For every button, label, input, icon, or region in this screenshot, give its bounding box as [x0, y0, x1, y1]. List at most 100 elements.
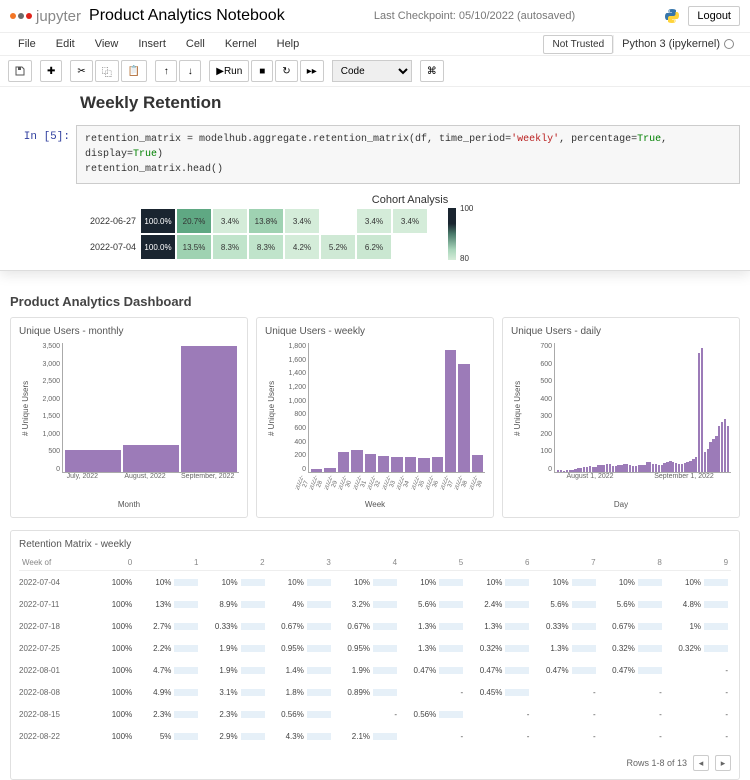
code-cell[interactable]: In [5]: retention_matrix = modelhub.aggr…	[10, 125, 740, 184]
retention-cell: 0.67%	[599, 622, 665, 631]
retention-matrix: Retention Matrix - weekly Week of0123456…	[10, 530, 740, 780]
retention-bar	[174, 689, 198, 696]
retention-cell: -	[532, 710, 598, 719]
table-row: 2022-07-18100%2.7%0.33%0.67%0.67%1.3%1.3…	[19, 615, 731, 637]
retention-cell: 1.8%	[268, 688, 334, 697]
next-page-button[interactable]: ▸	[715, 755, 731, 771]
kernel-indicator[interactable]: Python 3 (ipykernel)	[613, 35, 742, 53]
add-cell-button[interactable]: ✚	[40, 60, 62, 82]
charts-row: Unique Users - monthly # Unique Users 3,…	[10, 317, 740, 518]
retention-footer: Rows 1-8 of 13 ◂ ▸	[19, 747, 731, 771]
table-row: 2022-08-01100%4.7%1.9%1.4%1.9%0.47%0.47%…	[19, 659, 731, 681]
x-axis-label: Week	[265, 498, 485, 509]
retention-bar	[704, 623, 728, 630]
retention-bar	[174, 711, 198, 718]
cohort-cell: 3.4%	[392, 208, 428, 234]
retention-bar	[307, 623, 331, 630]
fast-forward-button[interactable]: ▸▸	[300, 60, 324, 82]
cohort-row: 2022-06-27100.0%20.7%3.4%13.8%3.4%3.4%3.…	[80, 208, 428, 234]
paste-button[interactable]: 📋	[121, 60, 147, 82]
retention-cell: 1.3%	[532, 644, 598, 653]
retention-bar	[638, 667, 662, 674]
celltype-select[interactable]: Code	[332, 60, 412, 82]
retention-bar	[572, 601, 596, 608]
move-up-button[interactable]: ↑	[155, 60, 177, 82]
retention-cell: 1.3%	[400, 644, 466, 653]
bar	[391, 457, 402, 472]
retention-cell: -	[665, 732, 731, 741]
table-row: 2022-07-11100%13%8.9%4%3.2%5.6%2.4%5.6%5…	[19, 593, 731, 615]
cut-button[interactable]: ✂	[70, 60, 92, 82]
trust-button[interactable]: Not Trusted	[543, 35, 613, 54]
bar	[181, 346, 237, 472]
jupyter-logo[interactable]: jupyter	[10, 8, 81, 25]
retention-cell: 1.4%	[268, 666, 334, 675]
dashboard-title: Product Analytics Dashboard	[10, 286, 740, 317]
cell-prompt: In [5]:	[10, 125, 70, 184]
markdown-heading[interactable]: Weekly Retention	[10, 87, 740, 119]
menu-edit[interactable]: Edit	[46, 33, 85, 55]
stop-button[interactable]: ■	[251, 60, 273, 82]
prev-page-button[interactable]: ◂	[693, 755, 709, 771]
retention-cell: 3.2%	[334, 600, 400, 609]
command-palette-button[interactable]: ⌘	[420, 60, 444, 82]
cohort-cell: 8.3%	[248, 234, 284, 260]
menu-insert[interactable]: Insert	[128, 33, 176, 55]
menu-help[interactable]: Help	[267, 33, 310, 55]
code-input[interactable]: retention_matrix = modelhub.aggregate.re…	[76, 125, 740, 184]
retention-cell: 0.47%	[599, 666, 665, 675]
cell-output: Cohort Analysis 2022-06-27100.0%20.7%3.4…	[10, 192, 740, 260]
retention-bar	[241, 733, 265, 740]
retention-bar	[439, 623, 463, 630]
retention-cell: 0.47%	[532, 666, 598, 675]
table-row: 2022-07-04100%10%10%10%10%10%10%10%10%10…	[19, 571, 731, 593]
retention-cell: -	[599, 710, 665, 719]
x-axis-label: Month	[19, 498, 239, 509]
retention-bar	[439, 711, 463, 718]
dashboard: Product Analytics Dashboard Unique Users…	[0, 286, 750, 780]
menu-cell[interactable]: Cell	[176, 33, 215, 55]
retention-bar	[174, 579, 198, 586]
save-button[interactable]	[8, 60, 32, 82]
jupyter-menu-bar: File Edit View Insert Cell Kernel Help N…	[0, 32, 750, 56]
retention-cell: -	[400, 732, 466, 741]
retention-cell: 5%	[135, 732, 201, 741]
menu-kernel[interactable]: Kernel	[215, 33, 267, 55]
notebook-title[interactable]: Product Analytics Notebook	[89, 7, 285, 25]
retention-cell: 0.67%	[334, 622, 400, 631]
x-axis-label: Day	[511, 498, 731, 509]
cohort-cell: 6.2%	[356, 234, 392, 260]
retention-bar	[704, 645, 728, 652]
y-axis-label: # Unique Users	[511, 343, 524, 473]
plot-area	[554, 343, 731, 473]
copy-button[interactable]: ⿻	[95, 60, 119, 82]
run-button[interactable]: ▶ Run	[209, 60, 249, 82]
retention-cell: 0.45%	[466, 688, 532, 697]
move-down-button[interactable]: ↓	[179, 60, 201, 82]
retention-cell: 2.7%	[135, 622, 201, 631]
retention-bar	[505, 689, 529, 696]
retention-bar	[572, 645, 596, 652]
x-axis: July, 2022August, 2022September, 2022	[19, 473, 239, 498]
menu-view[interactable]: View	[85, 33, 129, 55]
bar	[365, 454, 376, 472]
retention-bar	[638, 601, 662, 608]
retention-table: Week of0123456789 2022-07-04100%10%10%10…	[19, 558, 731, 747]
restart-button[interactable]: ↻	[275, 60, 297, 82]
retention-cell: 2.9%	[201, 732, 267, 741]
retention-bar	[373, 667, 397, 674]
cohort-cell: 3.4%	[356, 208, 392, 234]
retention-cell: 0.89%	[334, 688, 400, 697]
logout-button[interactable]: Logout	[688, 6, 740, 26]
retention-cell: 8.9%	[201, 600, 267, 609]
menu-file[interactable]: File	[8, 33, 46, 55]
retention-cell: -	[400, 688, 466, 697]
y-axis-label: # Unique Users	[19, 343, 32, 473]
retention-cell: 4.9%	[135, 688, 201, 697]
bar	[65, 450, 121, 472]
retention-cell: 10%	[466, 578, 532, 587]
retention-cell: 100%	[69, 622, 135, 631]
retention-bar	[373, 645, 397, 652]
bar	[458, 364, 469, 472]
retention-cell: 0.33%	[532, 622, 598, 631]
